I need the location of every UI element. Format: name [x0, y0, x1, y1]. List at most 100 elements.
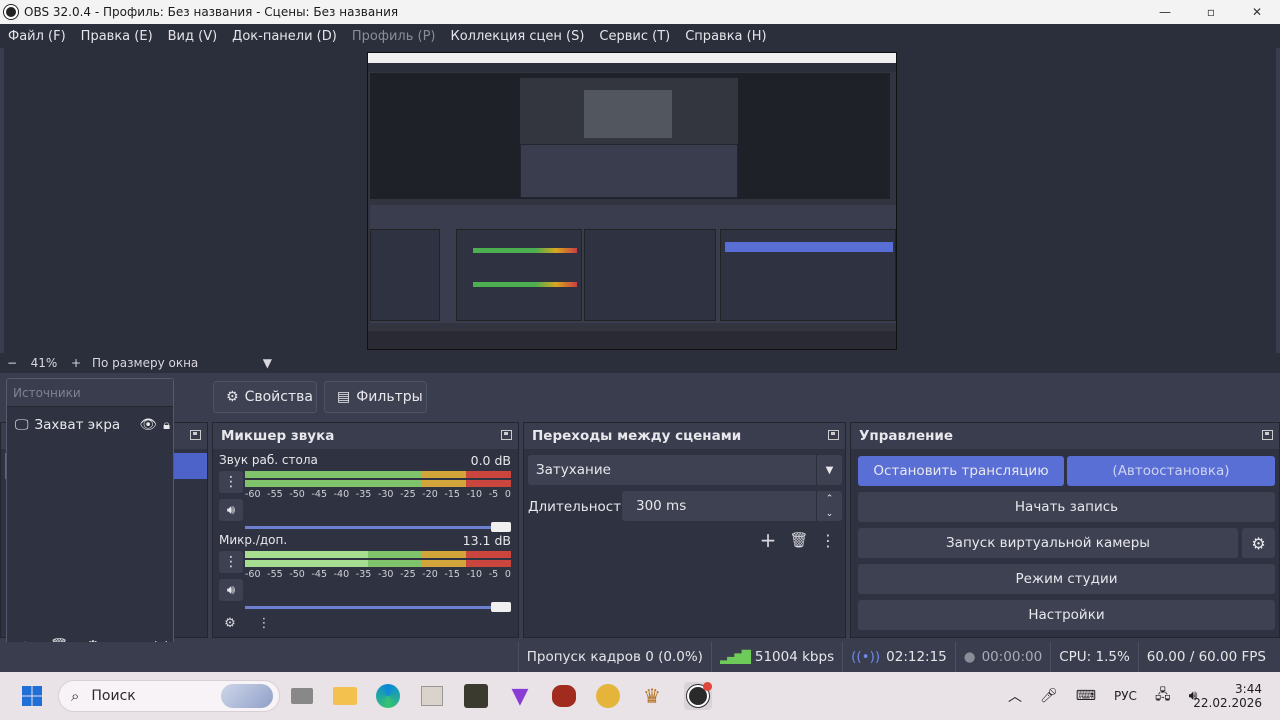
language-indicator[interactable]: РУС — [1114, 689, 1137, 703]
search-highlight-icon — [221, 684, 273, 708]
zoom-value: 41% — [30, 356, 58, 370]
red-app-icon[interactable] — [550, 682, 578, 710]
auto-stop-button[interactable]: (Автоостановка) — [1067, 456, 1275, 486]
gear-icon: ⚙ — [226, 389, 239, 405]
eye-icon[interactable]: 👁︎ — [139, 417, 157, 433]
remove-transition-button[interactable]: 🗑︎ — [787, 529, 811, 551]
preview-mini-docks — [370, 205, 896, 323]
meter-fill-green — [245, 480, 421, 487]
menu-file[interactable]: Файл (F) — [8, 29, 66, 44]
menu-scene-collection[interactable]: Коллекция сцен (S) — [450, 29, 584, 44]
zoom-in-button[interactable]: + — [64, 356, 88, 370]
duration-value: 300 ms — [636, 498, 687, 514]
store-icon[interactable] — [418, 682, 446, 710]
edge-shape — [376, 684, 400, 708]
cpu-text: CPU: 1.5% — [1059, 649, 1130, 665]
zoom-out-button[interactable]: − — [0, 356, 24, 370]
stop-stream-button[interactable]: Остановить трансляцию — [858, 456, 1064, 486]
settings-button[interactable]: Настройки — [858, 600, 1275, 630]
preview-mini-meter — [473, 248, 577, 253]
taskbar: ⌕ Поиск ▼ ♛ ︿ 🎤︎ ⌨ РУС 🖧︎ 🔊︎ 3:44 22.02.… — [0, 672, 1280, 720]
menu-tools[interactable]: Сервис (T) — [599, 29, 670, 44]
purple-app-icon[interactable]: ▼ — [506, 682, 534, 710]
duration-spinbox[interactable]: 300 ms ⌃ ⌄ — [622, 491, 842, 521]
undock-icon[interactable] — [1262, 430, 1273, 440]
signal-bars-icon: ▂▄▆█ — [719, 650, 751, 664]
clock[interactable]: 3:44 22.02.2026 — [1193, 672, 1262, 720]
mixer-menu-button[interactable]: ⋮ — [253, 613, 275, 633]
windows-logo-icon — [22, 686, 42, 706]
start-virtual-camera-button[interactable]: Запуск виртуальной камеры — [858, 528, 1238, 558]
file-explorer-icon[interactable] — [331, 682, 359, 710]
crown-app-icon[interactable]: ♛ — [638, 682, 666, 710]
start-recording-button[interactable]: Начать запись — [858, 492, 1275, 522]
advanced-audio-button[interactable]: ⚙ — [219, 613, 241, 633]
mute-button[interactable]: 🔊︎ — [219, 579, 243, 601]
start-button[interactable] — [18, 682, 46, 710]
channel-menu-button[interactable]: ⋮ — [219, 551, 243, 573]
fps-text: 60.00 / 60.00 FPS — [1146, 649, 1266, 665]
slider-handle[interactable] — [491, 602, 511, 612]
source-item[interactable]: 🖵︎ Захват экра 👁︎ 🔒︎ — [15, 415, 170, 435]
menu-bar: Файл (F) Правка (E) Вид (V) Док-панели (… — [0, 24, 1280, 48]
task-view-icon[interactable] — [288, 682, 316, 710]
undock-icon[interactable] — [828, 430, 839, 440]
undock-icon[interactable] — [190, 430, 201, 440]
menu-view[interactable]: Вид (V) — [168, 29, 218, 44]
add-transition-button[interactable]: + — [756, 528, 780, 552]
studio-mode-button[interactable]: Режим студии — [858, 564, 1275, 594]
game-app-icon[interactable] — [462, 682, 490, 710]
menu-profile[interactable]: Профиль (P) — [352, 29, 436, 44]
mixer-channel-mic: Микр./доп. 13.1 dB -60 -55 -50 -45 -40 -… — [219, 533, 511, 612]
channel-menu-button[interactable]: ⋮ — [219, 471, 243, 493]
chevron-down-icon[interactable]: ⌄ — [816, 506, 842, 521]
lock-icon[interactable]: 🔒︎ — [163, 418, 170, 433]
edge-browser-icon[interactable] — [374, 682, 402, 710]
mute-button[interactable]: 🔊︎ — [219, 499, 243, 521]
scale-tick: -50 — [289, 489, 305, 500]
channel-db: 13.1 dB — [462, 533, 511, 548]
filters-button[interactable]: ▤ Фильтры — [324, 381, 427, 413]
zoom-mode-select[interactable]: По размеру окна ▼ — [92, 356, 278, 370]
slider-handle[interactable] — [491, 522, 511, 532]
virtual-camera-settings-button[interactable]: ⚙ — [1242, 528, 1275, 558]
maximize-button[interactable]: ▫ — [1188, 0, 1234, 24]
meter-fill-red — [465, 560, 511, 567]
search-icon: ⌕ — [71, 687, 80, 705]
meter-fill-red — [465, 480, 511, 487]
taskbar-search[interactable]: ⌕ Поиск — [58, 680, 280, 712]
undock-icon[interactable] — [501, 430, 512, 440]
preview-mini-stream-button — [725, 242, 893, 252]
wow-icon[interactable] — [594, 682, 622, 710]
menu-docks[interactable]: Док-панели (D) — [232, 29, 337, 44]
preview-area[interactable] — [4, 48, 1276, 353]
scale-tick: -50 — [289, 569, 305, 580]
chevron-up-icon[interactable]: ⌃ — [816, 491, 842, 506]
preview-mini-canvas — [370, 73, 890, 199]
filter-icon: ▤ — [337, 389, 351, 405]
transition-menu-button[interactable]: ⋮ — [818, 529, 838, 551]
obs-taskbar-icon[interactable] — [684, 682, 712, 710]
chevron-down-icon: ▼ — [262, 356, 272, 370]
scale-tick: -15 — [444, 489, 460, 500]
meter-bar-right — [245, 560, 511, 567]
minimize-button[interactable]: — — [1142, 0, 1188, 24]
zoom-mode-value: По размеру окна — [92, 356, 199, 370]
scale-tick: -10 — [466, 489, 483, 500]
microphone-icon[interactable]: 🎤︎ — [1040, 688, 1058, 704]
transition-select[interactable]: Затухание ▼ — [528, 455, 842, 485]
menu-edit[interactable]: Правка (E) — [81, 29, 153, 44]
volume-slider[interactable] — [245, 597, 511, 619]
window-title: OBS 32.0.4 - Профиль: Без названия - Сце… — [24, 5, 399, 19]
menu-help[interactable]: Справка (H) — [685, 29, 766, 44]
scale-tick: -30 — [377, 569, 394, 580]
fps: 60.00 / 60.00 FPS — [1137, 642, 1274, 672]
close-button[interactable]: ✕ — [1234, 0, 1280, 24]
scale-tick: -25 — [400, 569, 416, 580]
chevron-up-icon[interactable]: ︿ — [1008, 686, 1022, 706]
properties-button[interactable]: ⚙ Свойства — [213, 381, 317, 413]
channel-name: Звук раб. стола — [219, 453, 318, 467]
keyboard-icon[interactable]: ⌨ — [1076, 688, 1096, 704]
network-icon[interactable]: 🖧︎ — [1155, 684, 1171, 708]
chevron-down-icon: ▼ — [816, 455, 842, 485]
